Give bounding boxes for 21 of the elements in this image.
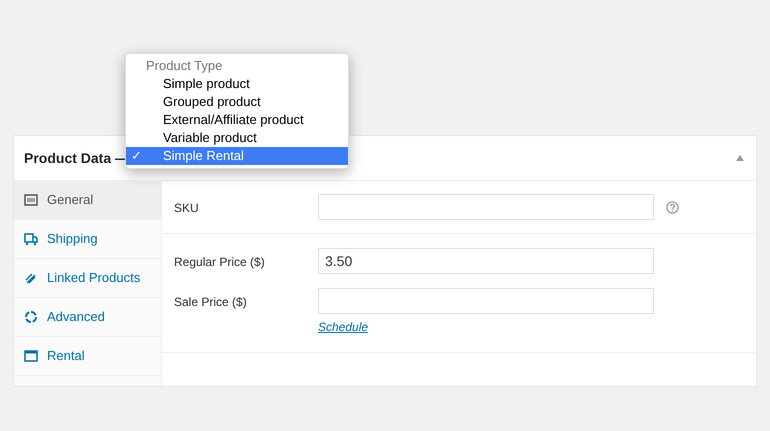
field-label: Regular Price ($) — [174, 254, 266, 271]
menu-option[interactable]: ✓ Simple Rental — [126, 147, 348, 165]
help-icon[interactable] — [666, 201, 679, 214]
menu-option[interactable]: Variable product — [126, 129, 348, 147]
menu-option[interactable]: Grouped product — [126, 93, 348, 111]
grid-icon — [24, 193, 38, 207]
sidebar-tab[interactable]: General — [14, 181, 161, 220]
text-field[interactable]: 3.50 — [318, 248, 654, 274]
text-field[interactable] — [318, 288, 654, 314]
gear-icon — [24, 310, 38, 324]
menu-heading: Product Type — [145, 57, 224, 75]
calendar-icon — [24, 349, 38, 363]
link-icon — [24, 271, 38, 285]
schedule-link[interactable]: Schedule — [318, 318, 654, 336]
menu-option[interactable]: Simple product — [126, 75, 348, 93]
field-label: Sale Price ($) — [174, 294, 248, 311]
collapse-arrow-icon[interactable] — [736, 155, 744, 161]
field-label: SKU — [174, 200, 200, 217]
truck-icon — [24, 232, 38, 246]
text-field[interactable] — [318, 194, 654, 220]
menu-option[interactable]: External/Affiliate product — [126, 111, 348, 129]
